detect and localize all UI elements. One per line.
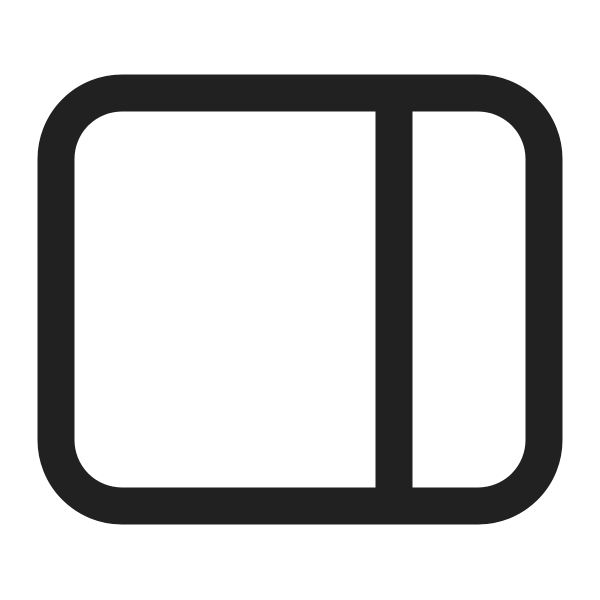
sidebar-right-icon [37,74,563,525]
window-frame [37,74,563,525]
icon-canvas [0,0,600,600]
